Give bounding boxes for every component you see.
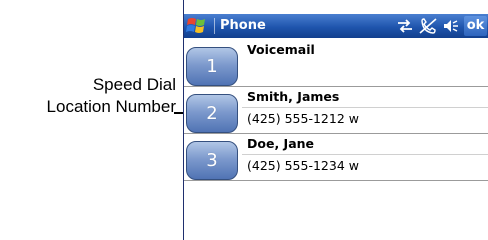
speed-dial-callout: Speed Dial Location Number [47, 74, 176, 118]
speed-dial-entry[interactable]: 2 Smith, James (425) 555-1212 w [184, 87, 488, 134]
speed-dial-illustration: Speed Dial Location Number Phone ok 1 Vo… [0, 0, 488, 240]
contact-name: Voicemail [247, 42, 315, 57]
row-divider [242, 154, 488, 155]
speed-dial-entry[interactable]: 3 Doe, Jane (425) 555-1234 w [184, 134, 488, 181]
speed-dial-location-button[interactable]: 2 [186, 94, 238, 133]
ok-button[interactable]: ok [464, 16, 487, 36]
contact-name: Smith, James [247, 89, 340, 104]
device-screen: Phone ok 1 Voicemail 2 Smith, James (425… [183, 0, 488, 240]
row-divider [242, 107, 488, 108]
title-bar: Phone ok [184, 14, 488, 38]
title-divider [214, 18, 215, 34]
speed-dial-entry[interactable]: 1 Voicemail [184, 40, 488, 87]
speed-dial-list: 1 Voicemail 2 Smith, James (425) 555-121… [184, 40, 488, 181]
no-phone-signal-icon[interactable] [419, 18, 437, 34]
contact-phone: (425) 555-1234 w [247, 158, 359, 173]
app-title: Phone [220, 18, 266, 33]
callout-line-1: Speed Dial [92, 75, 176, 94]
contact-name: Doe, Jane [247, 136, 315, 151]
contact-phone: (425) 555-1212 w [247, 111, 359, 126]
speed-dial-location-button[interactable]: 1 [186, 47, 238, 86]
windows-flag-icon[interactable] [186, 16, 210, 36]
volume-icon[interactable] [442, 18, 460, 34]
connectivity-icon[interactable] [396, 18, 414, 34]
speed-dial-location-button[interactable]: 3 [186, 141, 238, 180]
callout-line-2: Location Number [46, 97, 176, 116]
